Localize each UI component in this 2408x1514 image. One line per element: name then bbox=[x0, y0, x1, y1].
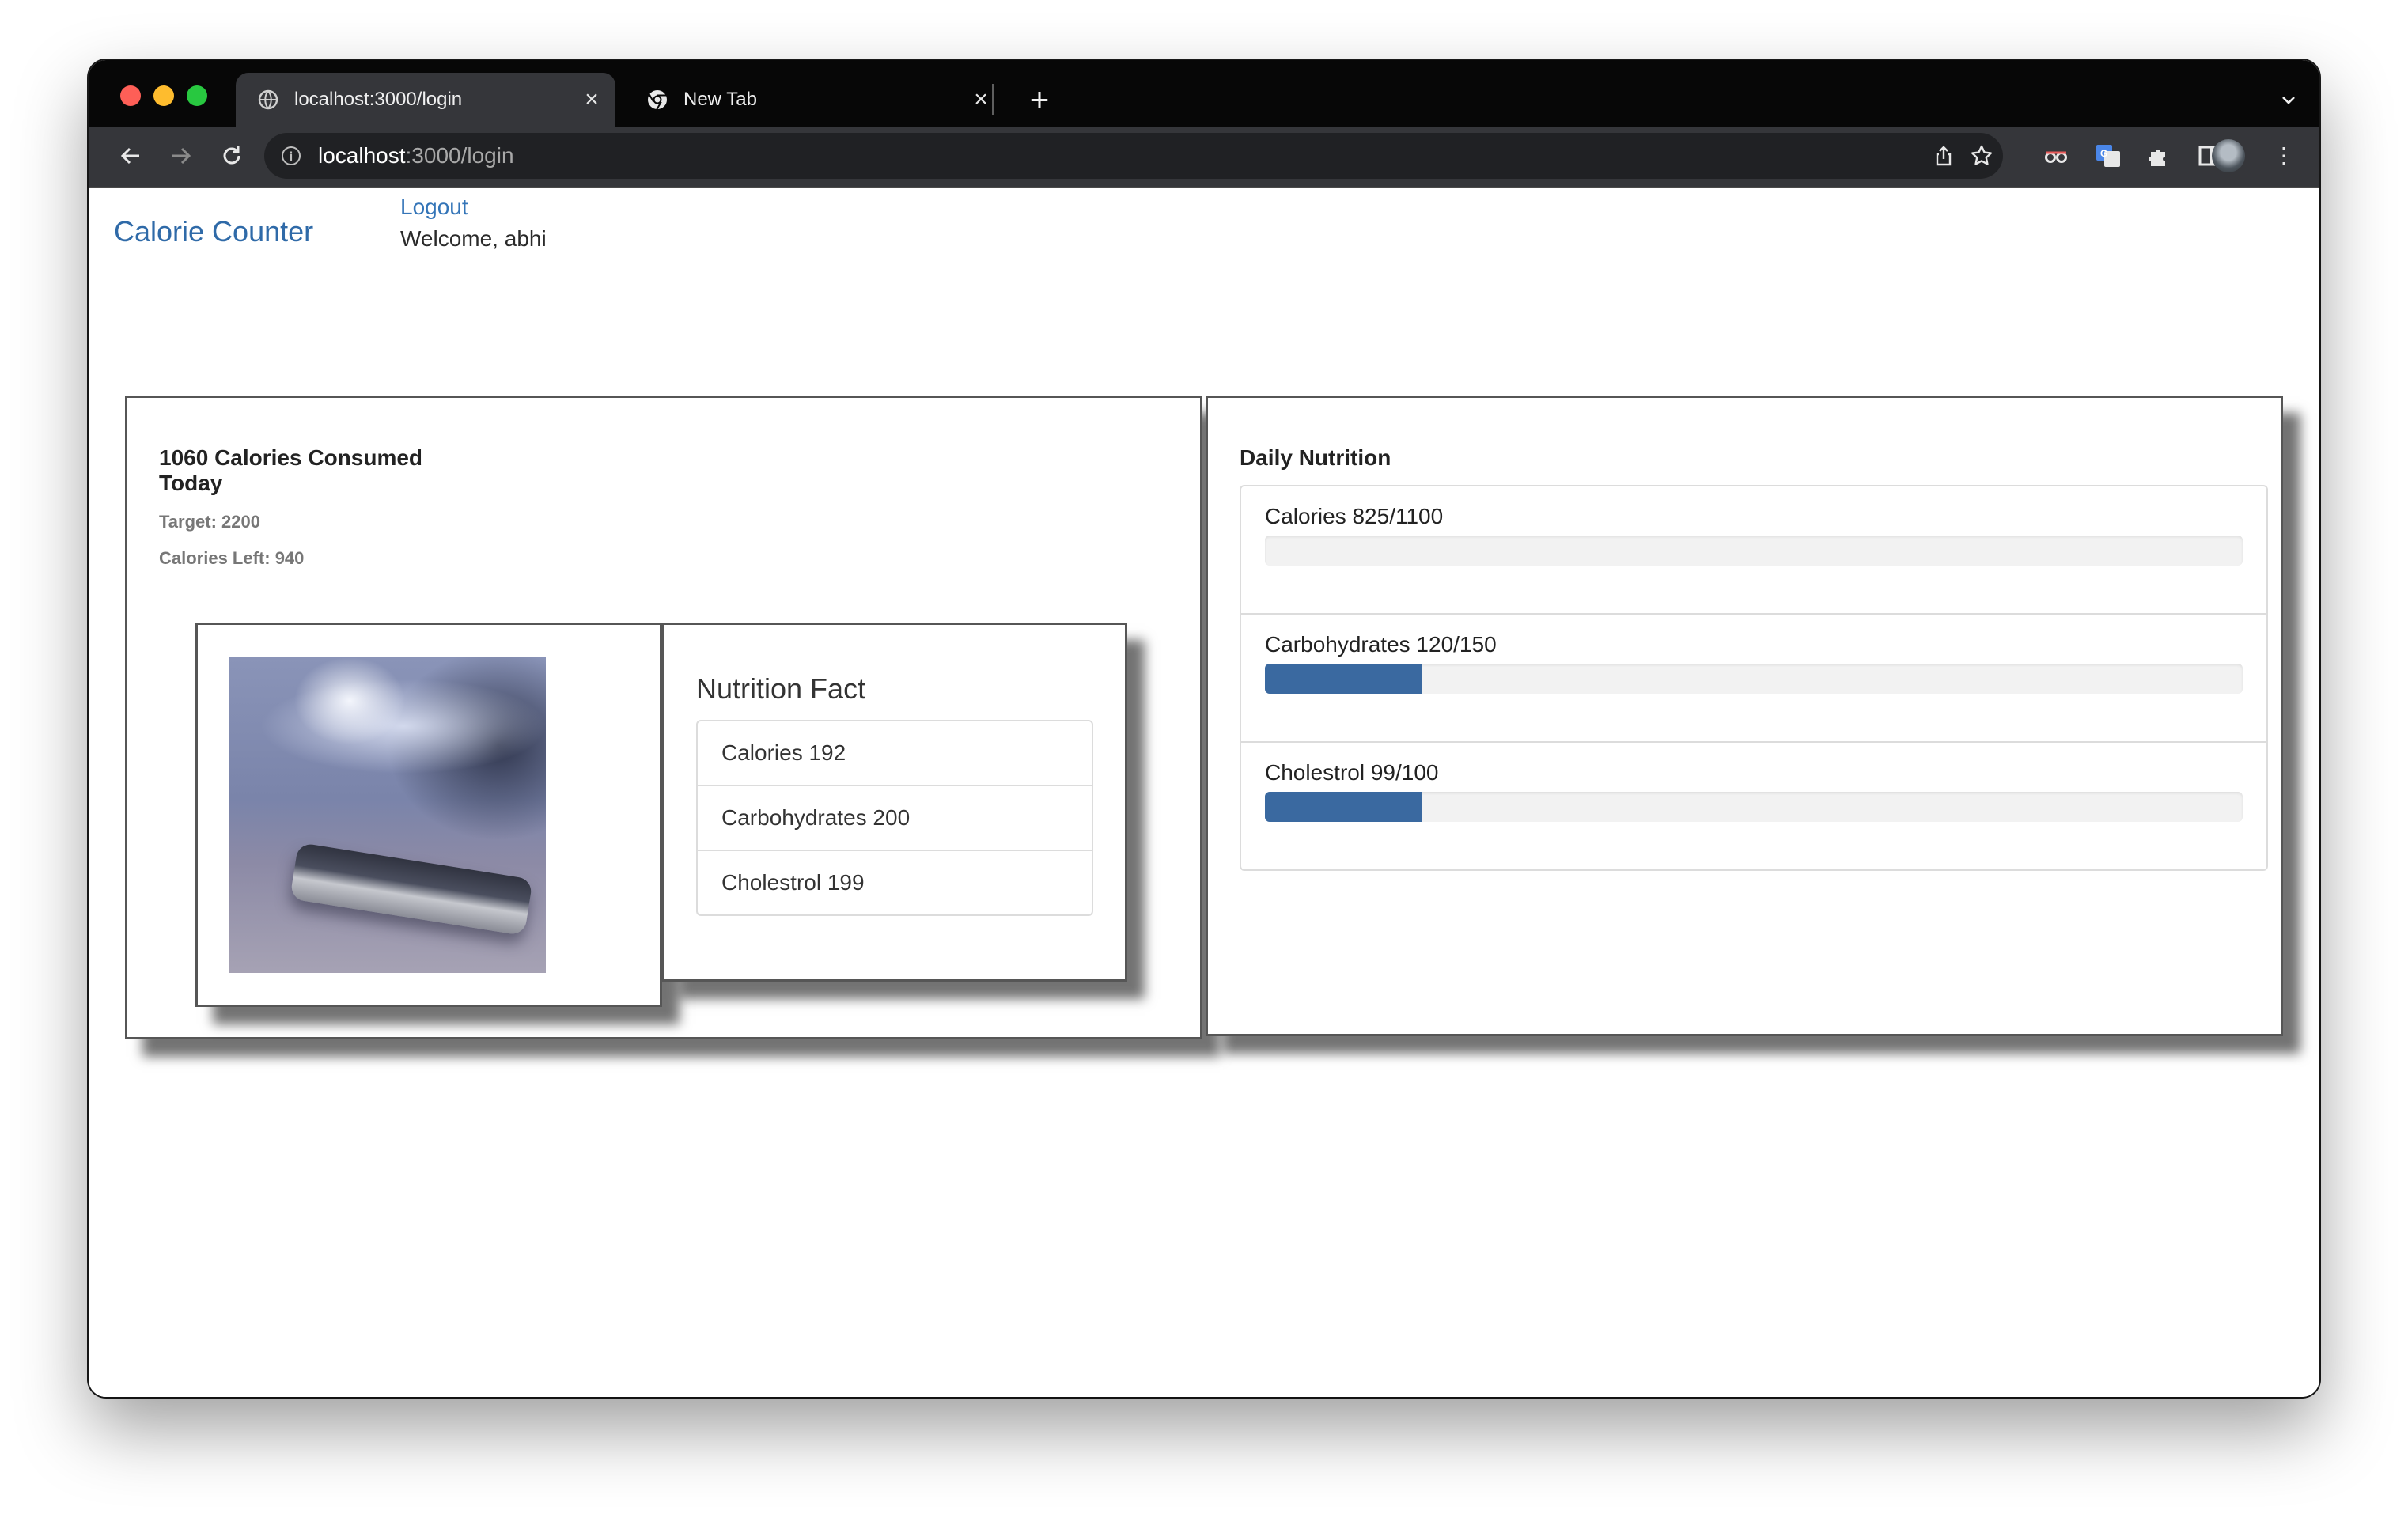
spy-extension-icon[interactable] bbox=[2035, 134, 2077, 177]
tab-title: localhost:3000/login bbox=[294, 89, 463, 110]
profile-avatar[interactable] bbox=[2212, 139, 2245, 172]
minimize-window-button[interactable] bbox=[153, 85, 174, 106]
tab-localhost-login[interactable]: localhost:3000/login × bbox=[236, 73, 615, 127]
progress-bar bbox=[1265, 536, 2243, 566]
close-window-button[interactable] bbox=[120, 85, 141, 106]
zoom-window-button[interactable] bbox=[187, 85, 207, 106]
globe-icon bbox=[256, 88, 280, 112]
nutrition-fact-title: Nutrition Fact bbox=[696, 672, 866, 705]
tab-title: New Tab bbox=[683, 89, 757, 110]
reload-icon[interactable] bbox=[210, 134, 253, 177]
welcome-text: Welcome, abhi bbox=[400, 226, 547, 251]
address-bar[interactable]: i localhost:3000/login bbox=[264, 133, 2003, 179]
title-bar: localhost:3000/login × New Tab × + bbox=[89, 60, 2319, 127]
new-tab-plus-icon[interactable]: + bbox=[1016, 76, 1063, 123]
url-host: localhost bbox=[318, 143, 406, 168]
logout-link[interactable]: Logout bbox=[400, 195, 468, 220]
daily-nutrition-panel: Daily Nutrition Calories 825/1100 Carboh… bbox=[1206, 396, 2283, 1036]
target-text: Target: 2200 bbox=[159, 512, 260, 532]
nutrient-label: Cholestrol 99/100 bbox=[1265, 760, 1439, 785]
calories-left-text: Calories Left: 940 bbox=[159, 548, 305, 568]
page-content: Calorie Counter Logout Welcome, abhi 106… bbox=[89, 188, 2319, 1397]
list-item: Calories 825/1100 bbox=[1241, 486, 2266, 615]
daily-nutrition-title: Daily Nutrition bbox=[1240, 445, 1391, 470]
share-icon[interactable] bbox=[1922, 134, 1965, 177]
nutrition-fact-card: Nutrition Fact Calories 192 Carbohydrate… bbox=[662, 623, 1127, 982]
list-item: Carbohydrates 200 bbox=[698, 786, 1092, 851]
forward-arrow-icon[interactable] bbox=[160, 134, 203, 177]
progress-fill bbox=[1265, 792, 1422, 822]
food-image-card bbox=[195, 623, 662, 1007]
phone-shape bbox=[290, 842, 533, 937]
calories-consumed-heading: 1060 Calories Consumed Today bbox=[159, 445, 423, 495]
url-path: :3000/login bbox=[405, 143, 514, 168]
svg-text:G: G bbox=[2100, 148, 2107, 159]
progress-bar bbox=[1265, 792, 2243, 822]
list-item: Cholestrol 99/100 bbox=[1241, 743, 2266, 869]
tab-separator bbox=[992, 84, 994, 115]
back-arrow-icon[interactable] bbox=[109, 134, 152, 177]
tab-close-icon[interactable]: × bbox=[576, 86, 608, 113]
list-item: Carbohydrates 120/150 bbox=[1241, 615, 2266, 743]
info-icon[interactable]: i bbox=[282, 146, 301, 165]
chevron-down-icon[interactable] bbox=[2269, 76, 2308, 123]
nutrient-label: Carbohydrates 120/150 bbox=[1265, 632, 1497, 657]
list-item: Cholestrol 199 bbox=[721, 870, 865, 895]
puzzle-extensions-icon[interactable] bbox=[2137, 134, 2180, 177]
calories-summary-panel: 1060 Calories Consumed Today Target: 220… bbox=[125, 396, 1202, 1039]
more-menu-icon[interactable]: ⋮ bbox=[2262, 134, 2305, 177]
nutrition-fact-list: Calories 192 Carbohydrates 200 Cholestro… bbox=[696, 720, 1093, 916]
daily-nutrition-list: Calories 825/1100 Carbohydrates 120/150 … bbox=[1240, 485, 2268, 871]
progress-fill bbox=[1265, 664, 1422, 694]
chrome-icon bbox=[646, 88, 669, 112]
progress-bar bbox=[1265, 664, 2243, 694]
brand-link[interactable]: Calorie Counter bbox=[114, 215, 313, 248]
nutrient-label: Calories 825/1100 bbox=[1265, 504, 1444, 528]
browser-window: localhost:3000/login × New Tab × + i loc… bbox=[89, 60, 2319, 1397]
browser-toolbar: i localhost:3000/login G ⋮ bbox=[89, 127, 2319, 188]
translate-icon[interactable]: G bbox=[2087, 134, 2130, 177]
bookmark-star-icon[interactable] bbox=[1960, 134, 2003, 177]
food-photo bbox=[229, 657, 546, 973]
tab-new-tab[interactable]: New Tab × bbox=[625, 73, 1005, 127]
list-item: Calories 192 bbox=[698, 721, 1092, 786]
